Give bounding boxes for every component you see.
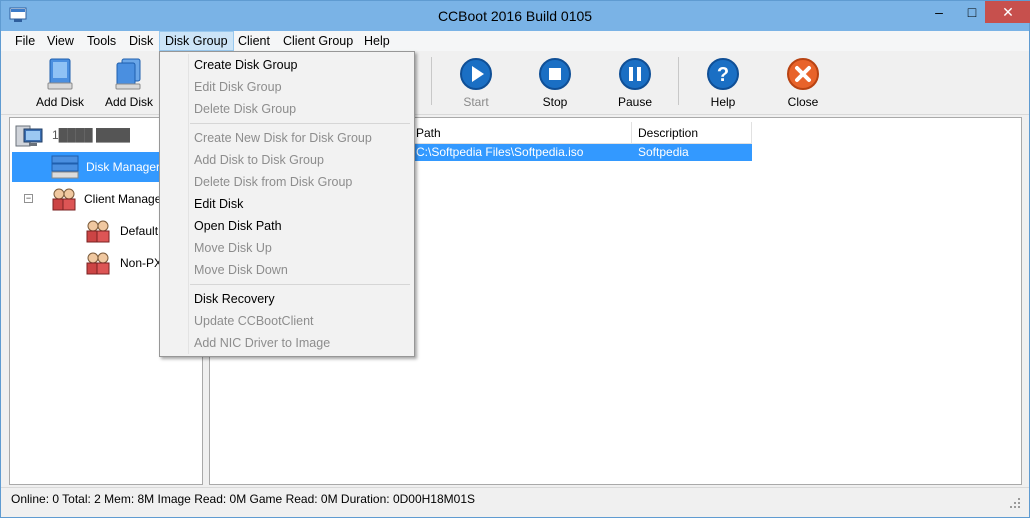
disk-group-dropdown: Create Disk Group Edit Disk Group Delete…: [159, 51, 415, 357]
status-bar: Online: 0 Total: 2 Mem: 8M Image Read: 0…: [1, 487, 1029, 517]
disk-icon: [47, 58, 73, 90]
users-icon: [86, 220, 110, 243]
column-header-path[interactable]: Path: [410, 122, 632, 144]
add-disk-button[interactable]: Add Disk: [25, 55, 95, 111]
stop-label: Stop: [542, 95, 568, 109]
menu-separator: [190, 284, 410, 285]
disk-group-icon: [115, 58, 141, 90]
menu-help[interactable]: Help: [359, 31, 395, 51]
add-disk-group-button[interactable]: Add Disk G: [99, 55, 159, 111]
menu-disk-group[interactable]: Disk Group: [159, 31, 234, 51]
menu-bar: File View Tools Disk Disk Group Client C…: [1, 31, 1029, 51]
title-bar: CCBoot 2016 Build 0105 – □ ✕: [1, 1, 1030, 31]
menu-separator: [190, 123, 410, 124]
menu-item-create-new-disk[interactable]: Create New Disk for Disk Group: [161, 127, 413, 149]
menu-view[interactable]: View: [42, 31, 79, 51]
toolbar-separator: [431, 57, 432, 105]
close-icon: [787, 58, 819, 90]
play-icon: [460, 58, 492, 90]
help-label: Help: [710, 95, 736, 109]
help-icon: ?: [707, 58, 739, 90]
cell-path: C:\Softpedia Files\Softpedia.iso: [416, 145, 584, 159]
stop-icon: [539, 58, 571, 90]
add-disk-label: Add Disk: [35, 95, 85, 109]
menu-disk[interactable]: Disk: [124, 31, 158, 51]
app-window: CCBoot 2016 Build 0105 – □ ✕ File View T…: [0, 0, 1030, 518]
tree-item-client-manager-label: Client Manager: [84, 192, 166, 206]
help-button[interactable]: ? Help: [688, 55, 758, 111]
svg-text:?: ?: [717, 64, 729, 86]
menu-file[interactable]: File: [10, 31, 40, 51]
menu-item-delete-disk-group[interactable]: Delete Disk Group: [161, 98, 413, 120]
menu-client[interactable]: Client: [233, 31, 275, 51]
add-disk-group-label: Add Disk G: [105, 95, 154, 111]
close-tool-label: Close: [787, 95, 819, 109]
tree-item-default-label: Default: [120, 224, 159, 238]
close-window-button[interactable]: ✕: [985, 1, 1030, 23]
maximize-button[interactable]: □: [959, 1, 985, 23]
start-button[interactable]: Start: [441, 55, 511, 111]
toolbar-separator: [678, 57, 679, 105]
menu-client-group[interactable]: Client Group: [278, 31, 358, 51]
users-icon: [86, 252, 110, 275]
computer-icon: [15, 125, 43, 147]
start-label: Start: [463, 95, 489, 109]
pause-icon: [619, 58, 651, 90]
menu-item-move-disk-up[interactable]: Move Disk Up: [161, 237, 413, 259]
menu-item-delete-disk-from-group[interactable]: Delete Disk from Disk Group: [161, 171, 413, 193]
table-row[interactable]: C:\Softpedia Files\Softpedia.iso Softped…: [410, 144, 752, 161]
pause-button[interactable]: Pause: [600, 55, 670, 111]
pause-label: Pause: [617, 95, 653, 109]
menu-item-open-disk-path[interactable]: Open Disk Path: [161, 215, 413, 237]
minimize-button[interactable]: –: [919, 1, 959, 23]
disk-stack-icon: [51, 155, 79, 179]
status-text: Online: 0 Total: 2 Mem: 8M Image Read: 0…: [11, 492, 475, 506]
tree-root-label: 1████ ████: [52, 128, 131, 142]
menu-tools[interactable]: Tools: [82, 31, 121, 51]
resize-grip-icon[interactable]: [1009, 497, 1021, 509]
menu-item-add-nic-driver[interactable]: Add NIC Driver to Image: [161, 332, 413, 354]
menu-item-move-disk-down[interactable]: Move Disk Down: [161, 259, 413, 281]
menu-item-create-disk-group[interactable]: Create Disk Group: [161, 54, 413, 76]
menu-item-add-disk-to-group[interactable]: Add Disk to Disk Group: [161, 149, 413, 171]
stop-button[interactable]: Stop: [520, 55, 590, 111]
window-title: CCBoot 2016 Build 0105: [437, 8, 593, 24]
menu-item-disk-recovery[interactable]: Disk Recovery: [161, 288, 413, 310]
menu-item-edit-disk-group[interactable]: Edit Disk Group: [161, 76, 413, 98]
tree-item-disk-manager-label: Disk Manager: [86, 160, 161, 174]
close-tool-button[interactable]: Close: [768, 55, 838, 111]
collapse-toggle[interactable]: −: [24, 194, 33, 203]
users-icon: [52, 188, 76, 211]
toolbar: Add Disk Add Disk G e Start: [1, 51, 1029, 115]
cell-description: Softpedia: [638, 145, 689, 159]
menu-item-edit-disk[interactable]: Edit Disk: [161, 193, 413, 215]
menu-item-update-ccbootclient[interactable]: Update CCBootClient: [161, 310, 413, 332]
column-header-description[interactable]: Description: [632, 122, 752, 144]
